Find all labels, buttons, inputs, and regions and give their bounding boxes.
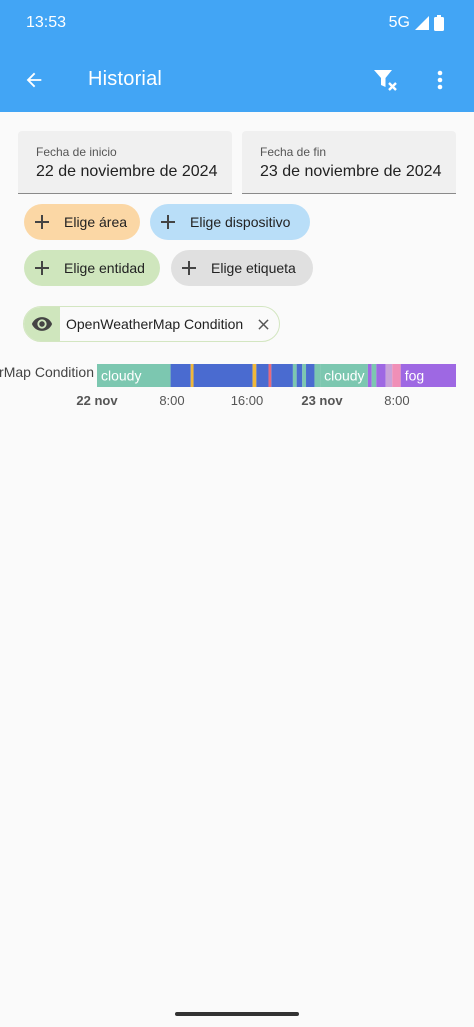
- timeline-tick-label: 23 nov: [301, 393, 343, 408]
- plus-icon: [34, 260, 50, 276]
- timeline-tick-label: 22 nov: [76, 393, 118, 408]
- app-header: 13:53 5G Historial: [0, 0, 474, 112]
- timeline-row-label: OpenWeatherMap Condition: [0, 364, 94, 380]
- plus-icon: [160, 214, 176, 230]
- timeline-segment[interactable]: [271, 364, 293, 387]
- timeline-segment-label: cloudy: [101, 368, 141, 384]
- timeline-segment[interactable]: [392, 364, 401, 387]
- start-date-field[interactable]: Fecha de inicio 22 de noviembre de 2024: [18, 131, 232, 194]
- page-title: Historial: [88, 68, 163, 90]
- timeline-segment[interactable]: [193, 364, 253, 387]
- toolbar: Historial: [0, 48, 474, 112]
- timeline-segment[interactable]: [385, 364, 393, 387]
- timeline-segment-label: fog: [405, 368, 424, 384]
- network-type: 5G: [388, 14, 410, 31]
- timeline-segment[interactable]: [252, 364, 257, 387]
- battery-icon: [434, 15, 444, 31]
- end-date-label: Fecha de fin: [260, 145, 327, 159]
- start-date-label: Fecha de inicio: [36, 145, 117, 159]
- more-options-button[interactable]: [420, 60, 460, 100]
- timeline-segment[interactable]: [371, 364, 377, 387]
- status-time: 13:53: [26, 14, 67, 31]
- timeline-segment[interactable]: [170, 364, 191, 387]
- timeline-segment[interactable]: [376, 364, 386, 387]
- timeline-segment-label: cloudy: [324, 368, 364, 384]
- choose-label-chip[interactable]: Elige etiqueta: [171, 250, 313, 286]
- timeline-segment[interactable]: [296, 364, 303, 387]
- status-bar: 13:53 5G: [0, 0, 474, 48]
- home-indicator[interactable]: [175, 1012, 299, 1016]
- selected-entity-chip[interactable]: OpenWeatherMap Condition: [23, 306, 280, 342]
- plus-icon: [34, 214, 50, 230]
- plus-icon: [181, 260, 197, 276]
- timeline-tick-label: 8:00: [384, 393, 410, 408]
- signal-icon: [415, 16, 429, 30]
- choose-entity-chip[interactable]: Elige entidad: [24, 250, 160, 286]
- back-button[interactable]: [14, 60, 54, 100]
- more-vert-icon: [437, 70, 443, 90]
- end-date-value: 23 de noviembre de 2024: [260, 163, 442, 180]
- remove-entity-button[interactable]: [253, 314, 273, 334]
- clear-filter-button[interactable]: [366, 60, 406, 100]
- timeline-segment[interactable]: [292, 364, 297, 387]
- status-icons: 5G: [389, 14, 444, 32]
- start-date-value: 22 de noviembre de 2024: [36, 163, 218, 180]
- history-timeline-chart: OpenWeatherMap Condition cloudy cloudy fog…: [0, 356, 474, 426]
- timeline-segment[interactable]: [190, 364, 194, 387]
- timeline-segment[interactable]: [367, 364, 372, 387]
- choose-label-label: Elige etiqueta: [211, 260, 296, 276]
- end-date-field[interactable]: Fecha de fin 23 de noviembre de 2024: [242, 131, 456, 194]
- timeline-segment[interactable]: [256, 364, 269, 387]
- eye-icon: [24, 307, 60, 341]
- timeline-tick-label: 16:00: [230, 393, 264, 408]
- choose-area-chip[interactable]: Elige área: [24, 204, 140, 240]
- timeline-segment[interactable]: [306, 364, 315, 387]
- timeline-segment[interactable]: [302, 364, 307, 387]
- choose-device-label: Elige dispositivo: [190, 214, 291, 230]
- timeline-tick-label: 8:00: [159, 393, 185, 408]
- arrow-back-icon: [26, 72, 42, 88]
- filter-remove-icon: [374, 70, 397, 91]
- close-icon: [257, 318, 269, 330]
- timeline-segment[interactable]: [268, 364, 272, 387]
- choose-entity-label: Elige entidad: [64, 260, 145, 276]
- choose-area-label: Elige área: [64, 214, 128, 230]
- selected-entity-name: OpenWeatherMap Condition: [66, 316, 244, 332]
- timeline-bar[interactable]: cloudy cloudy fog: [97, 364, 456, 387]
- choose-device-chip[interactable]: Elige dispositivo: [150, 204, 310, 240]
- timeline-axis: 22 nov 8:00 16:00 23 nov 8:00: [76, 393, 456, 413]
- timeline-segment[interactable]: [314, 364, 321, 387]
